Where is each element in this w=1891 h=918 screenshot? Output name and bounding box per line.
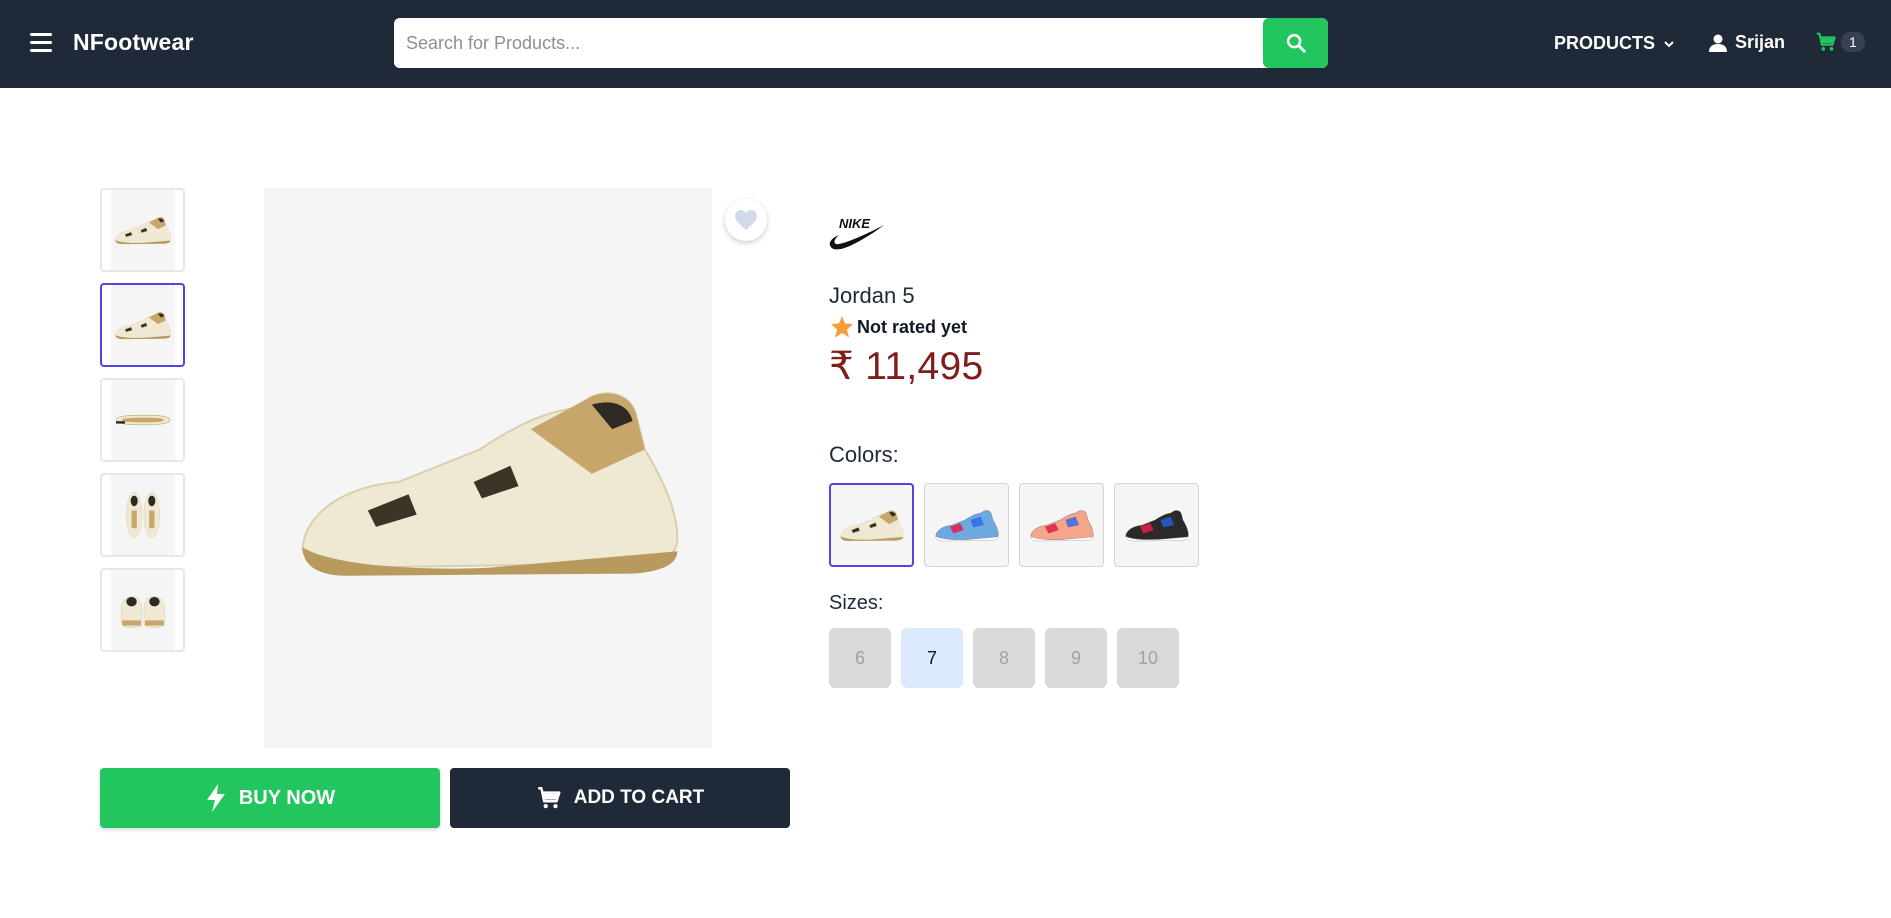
shoe-thumbnail-image [113, 213, 173, 247]
sizes-label: Sizes: [829, 592, 884, 614]
thumbnail-1[interactable] [100, 188, 185, 272]
star-icon [831, 316, 853, 338]
lightning-bolt-icon [206, 784, 225, 812]
site-logo[interactable]: NFootwear [73, 29, 194, 56]
size-option-6[interactable]: 6 [829, 628, 891, 688]
search-icon [1286, 33, 1306, 53]
products-dropdown[interactable]: PRODUCTS [1554, 33, 1675, 54]
buy-now-label: BUY NOW [238, 786, 336, 809]
user-icon [1709, 34, 1727, 52]
main-product-image [264, 188, 712, 748]
cart-icon [1816, 32, 1836, 51]
cart-button[interactable]: 1 [1815, 31, 1865, 53]
search-button[interactable] [1263, 18, 1328, 68]
size-option-9[interactable]: 9 [1045, 628, 1107, 688]
size-option-8[interactable]: 8 [973, 628, 1035, 688]
color-swatch-3[interactable] [1019, 483, 1104, 567]
shoe-thumbnail-image [113, 308, 173, 342]
size-option-10[interactable]: 10 [1117, 628, 1179, 688]
svg-text:NIKE: NIKE [839, 216, 870, 231]
shoe-thumbnail-image [117, 589, 169, 631]
color-swatch-2[interactable] [924, 483, 1009, 567]
color-swatch-4[interactable] [1114, 483, 1199, 567]
thumbnail-2[interactable] [100, 283, 185, 367]
add-to-cart-button[interactable]: ADD TO CART [450, 768, 790, 828]
wishlist-button[interactable] [725, 199, 767, 241]
thumbnail-4[interactable] [100, 473, 185, 557]
cart-icon [537, 787, 561, 809]
thumbnail-3[interactable] [100, 378, 185, 462]
product-price: ₹ 11,495 [829, 345, 984, 388]
color-swatch-1[interactable] [829, 483, 914, 567]
products-label: PRODUCTS [1554, 33, 1656, 53]
nike-swoosh-logo: NIKE [829, 216, 884, 250]
chevron-down-icon [1664, 40, 1674, 47]
user-account-button[interactable]: Srijan [1708, 32, 1785, 53]
shoe-thumbnail-image [121, 483, 165, 547]
user-name: Srijan [1735, 32, 1786, 52]
colors-label: Colors: [829, 442, 899, 467]
hamburger-menu-icon[interactable] [30, 33, 52, 53]
shoe-main-image [286, 368, 694, 592]
add-to-cart-label: ADD TO CART [573, 787, 705, 808]
size-option-7[interactable]: 7 [901, 628, 963, 688]
rating-text: Not rated yet [857, 316, 968, 337]
shoe-color-image [1123, 506, 1191, 544]
thumbnail-5[interactable] [100, 568, 185, 652]
heart-icon [735, 210, 757, 230]
buy-now-button[interactable]: BUY NOW [100, 768, 440, 828]
top-navbar: NFootwear PRODUCTS Srijan 1 [0, 0, 1891, 88]
shoe-color-image [933, 506, 1001, 544]
shoe-color-image [1028, 506, 1096, 544]
search-input[interactable] [394, 18, 1264, 68]
shoe-color-image [838, 506, 906, 544]
product-name: Jordan 5 [829, 283, 915, 308]
search-bar [394, 18, 1328, 68]
product-rating: Not rated yet [830, 315, 967, 339]
shoe-thumbnail-image [113, 410, 173, 430]
brand-logo: NIKE [829, 215, 885, 256]
cart-count-badge: 1 [1841, 32, 1865, 52]
